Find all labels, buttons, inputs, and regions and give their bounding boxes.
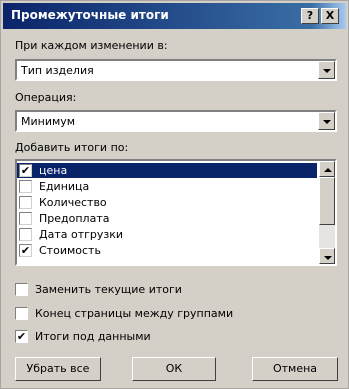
cancel-button[interactable]: Отмена bbox=[252, 357, 338, 381]
list-item[interactable]: Дата отгрузки bbox=[17, 227, 317, 242]
list-item-label: Предоплата bbox=[39, 212, 110, 225]
list-item-label: Стоимость bbox=[39, 244, 101, 257]
group-by-value: Тип изделия bbox=[21, 64, 94, 77]
operation-select[interactable]: Минимум bbox=[15, 110, 337, 132]
chevron-down-icon bbox=[323, 69, 331, 73]
subtotals-dialog: Промежуточные итоги ? X При каждом измен… bbox=[0, 0, 349, 389]
list-scrollbar[interactable] bbox=[319, 161, 335, 264]
dialog-title: Промежуточные итоги bbox=[11, 8, 169, 22]
group-by-dropdown-button[interactable] bbox=[318, 61, 335, 79]
checkbox[interactable] bbox=[19, 212, 32, 225]
list-item-label: Дата отгрузки bbox=[39, 228, 124, 241]
page-break-checkbox[interactable] bbox=[15, 307, 28, 320]
list-item[interactable]: Предоплата bbox=[17, 211, 317, 226]
chevron-down-icon bbox=[323, 120, 331, 124]
scroll-thumb[interactable] bbox=[319, 177, 335, 225]
checkbox[interactable] bbox=[19, 180, 32, 193]
scroll-up-button[interactable] bbox=[319, 161, 335, 177]
list-item[interactable]: Количество bbox=[17, 195, 317, 210]
ok-button[interactable]: ОК bbox=[132, 357, 216, 381]
page-break-label: Конец страницы между группами bbox=[35, 307, 234, 320]
chevron-up-icon bbox=[324, 168, 332, 172]
checkbox[interactable]: ✔ bbox=[19, 164, 32, 177]
summary-below-checkbox[interactable]: ✔ bbox=[15, 330, 28, 343]
operation-label: Операция: bbox=[15, 91, 77, 104]
scroll-down-button[interactable] bbox=[319, 248, 335, 264]
list-item[interactable]: Единица bbox=[17, 179, 317, 194]
checkbox[interactable] bbox=[19, 228, 32, 241]
help-button[interactable]: ? bbox=[301, 8, 319, 24]
list-item-label: Единица bbox=[39, 180, 90, 193]
help-icon: ? bbox=[306, 9, 314, 22]
list-item-label: Количество bbox=[39, 196, 107, 209]
add-totals-label: Добавить итоги по: bbox=[15, 141, 129, 154]
list-item[interactable]: ✔ Стоимость bbox=[17, 243, 317, 258]
add-totals-listbox[interactable]: ✔ цена Единица Количество Предоплата Дат… bbox=[15, 159, 337, 266]
chevron-down-icon bbox=[324, 256, 332, 260]
list-item-label: цена bbox=[39, 164, 68, 177]
group-by-select[interactable]: Тип изделия bbox=[15, 59, 337, 81]
operation-dropdown-button[interactable] bbox=[318, 112, 335, 130]
checkbox[interactable]: ✔ bbox=[19, 244, 32, 257]
replace-current-checkbox[interactable] bbox=[15, 283, 28, 296]
remove-all-button[interactable]: Убрать все bbox=[15, 357, 101, 381]
list-item[interactable]: ✔ цена bbox=[17, 163, 317, 178]
operation-value: Минимум bbox=[21, 115, 76, 128]
close-icon: X bbox=[325, 9, 335, 22]
close-button[interactable]: X bbox=[321, 8, 339, 24]
checkbox[interactable] bbox=[19, 196, 32, 209]
replace-current-label: Заменить текущие итоги bbox=[35, 283, 182, 296]
summary-below-label: Итоги под данными bbox=[35, 330, 151, 343]
title-bar: Промежуточные итоги ? X bbox=[3, 3, 346, 29]
group-by-label: При каждом изменении в: bbox=[15, 39, 168, 52]
